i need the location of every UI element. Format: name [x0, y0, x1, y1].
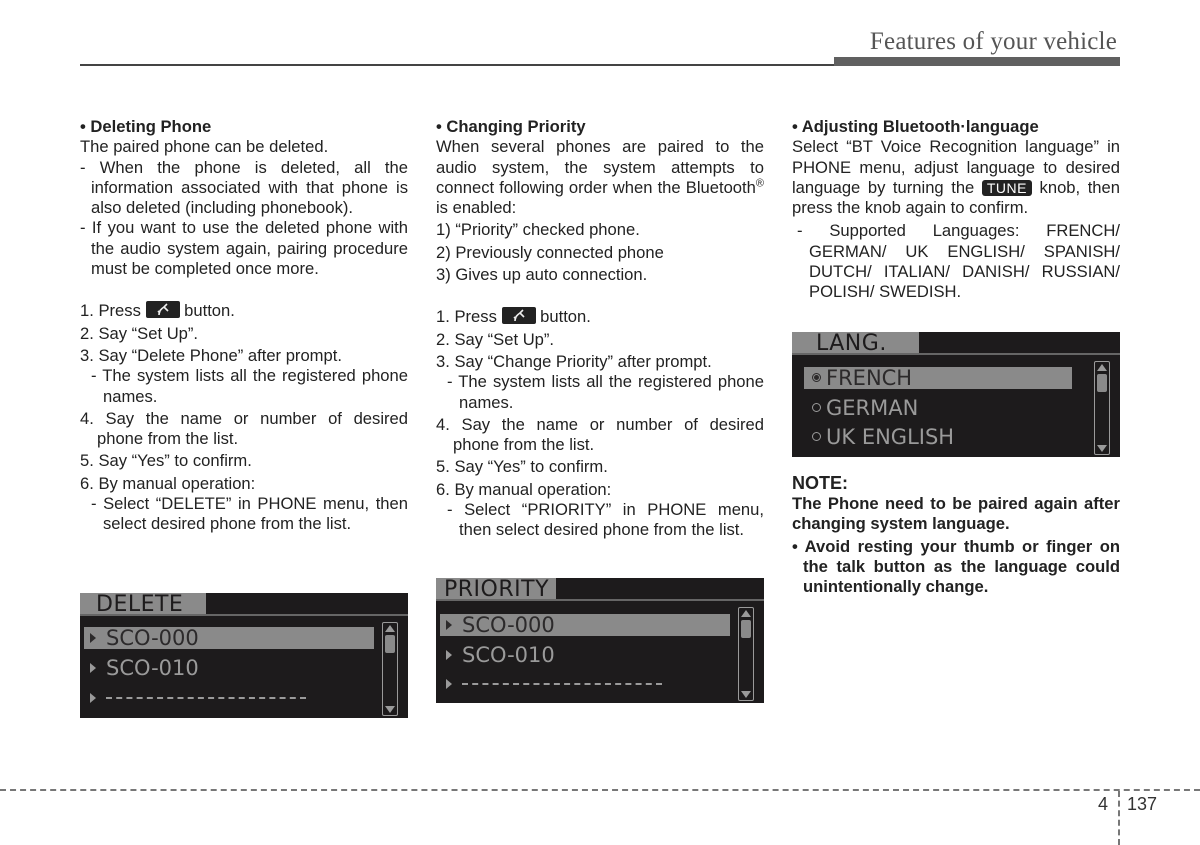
list-item[interactable]: SCO-010: [440, 644, 730, 666]
scroll-up-icon[interactable]: [741, 610, 751, 617]
radio-icon: [812, 432, 821, 441]
adjusting-language-section: • Adjusting Bluetooth·language Select “B…: [792, 117, 1120, 303]
screen-tab: LANG.: [792, 332, 919, 353]
step-6: 6. By manual operation:: [80, 473, 256, 493]
step-3: 3. Say “Delete Phone” after prompt.: [80, 345, 342, 365]
page-number: 137: [1127, 794, 1158, 814]
list-item-empty[interactable]: [84, 687, 374, 709]
list-item[interactable]: SCO-000: [84, 627, 374, 649]
scrollbar[interactable]: [382, 622, 398, 716]
arrow-icon: [446, 650, 452, 660]
note-item: - When the phone is deleted, all the inf…: [80, 157, 408, 218]
scrollbar[interactable]: [1094, 361, 1110, 455]
header-rule-accent: [834, 57, 1120, 66]
tune-knob-label: TUNE: [981, 179, 1032, 196]
scroll-thumb[interactable]: [1097, 374, 1107, 392]
step-4: 4. Say the name or number of desired pho…: [436, 414, 764, 455]
talk-button-icon: [145, 301, 180, 319]
note-text: The Phone need to be paired again after …: [792, 494, 1120, 534]
note-heading: NOTE:: [792, 473, 848, 493]
arrow-icon: [90, 693, 96, 703]
scrollbar[interactable]: [738, 607, 754, 701]
priority-screen: PRIORITY SCO-000 SCO-010: [436, 578, 764, 703]
arrow-icon: [446, 620, 452, 630]
section-heading: • Changing Priority: [436, 117, 586, 136]
radio-selected-icon: [812, 373, 821, 382]
arrow-icon: [446, 679, 452, 689]
section-heading: • Deleting Phone: [80, 117, 212, 136]
list-item[interactable]: SCO-010: [84, 657, 374, 679]
scroll-thumb[interactable]: [741, 620, 751, 638]
step-5: 5. Say “Yes” to confirm.: [80, 451, 252, 471]
list-item[interactable]: SCO-000: [440, 614, 730, 636]
language-screen: LANG. FRENCH GERMAN UK ENGLISH: [792, 332, 1120, 457]
language-option[interactable]: FRENCH: [804, 367, 1072, 389]
delete-screen: DELETE SCO-000 SCO-010: [80, 593, 408, 718]
scroll-up-icon[interactable]: [385, 625, 395, 632]
header-rule: [80, 64, 840, 66]
section-title: Features of your vehicle: [869, 28, 1117, 55]
paragraph: Select “BT Voice Recognition language” i…: [792, 137, 1120, 218]
scroll-thumb[interactable]: [385, 635, 395, 653]
language-option[interactable]: GERMAN: [804, 397, 1094, 419]
step-1: 1. Press button.: [436, 307, 591, 327]
screen-tab: DELETE: [80, 593, 206, 614]
scroll-down-icon[interactable]: [385, 706, 395, 713]
step-5: 5. Say “Yes” to confirm.: [436, 457, 608, 477]
order-item: 3) Gives up auto connection.: [436, 265, 648, 285]
changing-priority-section: • Changing Priority When several phones …: [436, 117, 764, 541]
deleting-phone-section: • Deleting Phone The paired phone can be…: [80, 117, 408, 535]
supported-languages: - Supported Languages: FRENCH/ GERMAN/ U…: [797, 221, 1120, 302]
scroll-down-icon[interactable]: [741, 691, 751, 698]
note-bullet: • Avoid resting your thumb or finger on …: [792, 536, 1120, 597]
scroll-up-icon[interactable]: [1097, 364, 1107, 371]
order-item: 2) Previously connected phone: [436, 242, 664, 262]
language-option[interactable]: UK ENGLISH: [804, 426, 1094, 448]
radio-icon: [812, 403, 821, 412]
talk-button-icon: [501, 307, 536, 325]
step-2: 2. Say “Set Up”.: [436, 329, 555, 349]
section-heading: • Adjusting Bluetooth·language: [792, 117, 1039, 136]
step-2: 2. Say “Set Up”.: [80, 323, 199, 343]
chapter-number: 4: [1098, 794, 1109, 814]
list-item-empty[interactable]: [440, 673, 730, 695]
footer-rule: [0, 789, 1200, 791]
footer-divider: [1118, 791, 1120, 845]
step-3-note: - The system lists all the registered ph…: [91, 366, 408, 406]
order-item: 1) “Priority” checked phone.: [436, 220, 640, 240]
note-item: - If you want to use the deleted phone w…: [80, 218, 408, 279]
paragraph: When several phones are paired to the au…: [436, 137, 764, 218]
note-box: NOTE: The Phone need to be paired again …: [792, 472, 1120, 597]
screen-tab: PRIORITY: [436, 578, 556, 599]
step-3-note: - The system lists all the registered ph…: [447, 372, 764, 412]
arrow-icon: [90, 663, 96, 673]
arrow-icon: [90, 633, 96, 643]
scroll-down-icon[interactable]: [1097, 445, 1107, 452]
step-3: 3. Say “Change Priority” after prompt.: [436, 351, 712, 371]
step-1: 1. Press button.: [80, 301, 235, 321]
step-6-note: - Select “DELETE” in PHONE menu, then se…: [91, 494, 408, 534]
paragraph: The paired phone can be deleted.: [80, 137, 329, 157]
step-4: 4. Say the name or number of desired pho…: [80, 408, 408, 449]
step-6-note: - Select “PRIORITY” in PHONE menu, then …: [447, 500, 764, 540]
step-6: 6. By manual operation:: [436, 479, 612, 499]
